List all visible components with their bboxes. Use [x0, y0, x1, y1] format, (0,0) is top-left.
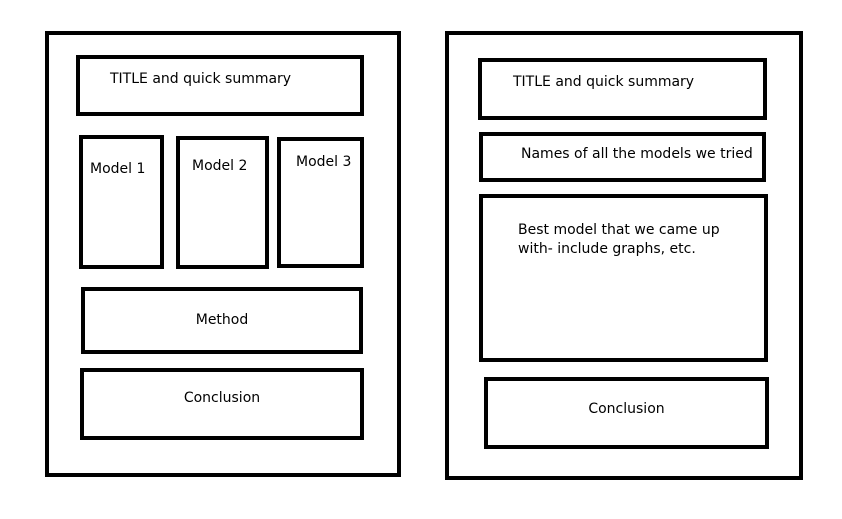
layout-a-model-box-2: Model 2 — [176, 136, 269, 269]
layout-b-title-box: TITLE and quick summary — [478, 58, 767, 120]
layout-b-conclusion-label: Conclusion — [588, 401, 665, 417]
layout-b-title-label: TITLE and quick summary — [513, 74, 695, 90]
layout-a-title-label: TITLE and quick summary — [110, 71, 292, 87]
layout-a-conclusion-label: Conclusion — [183, 390, 261, 406]
layout-b-models-box: Names of all the models we tried — [479, 132, 766, 182]
layout-a-title-box: TITLE and quick summary — [76, 55, 364, 116]
layout-b-conclusion-box: Conclusion — [484, 377, 769, 449]
layout-a-model-box-1: Model 1 — [79, 135, 164, 269]
layout-b-best-model-box: Best model that we came up with- include… — [479, 194, 768, 362]
layout-a-model-label-1: Model 1 — [90, 161, 146, 177]
layout-a-model-label-2: Model 2 — [192, 158, 248, 174]
layout-a-method-label: Method — [195, 312, 249, 328]
layout-a-model-label-3: Model 3 — [296, 154, 352, 170]
layout-b-best-model-label: Best model that we came up with- include… — [518, 222, 720, 257]
layout-a-model-box-3: Model 3 — [277, 137, 364, 268]
layout-a-conclusion-box: Conclusion — [80, 368, 364, 440]
layout-a-method-box: Method — [81, 287, 363, 354]
layout-b-models-label: Names of all the models we tried — [521, 146, 753, 162]
